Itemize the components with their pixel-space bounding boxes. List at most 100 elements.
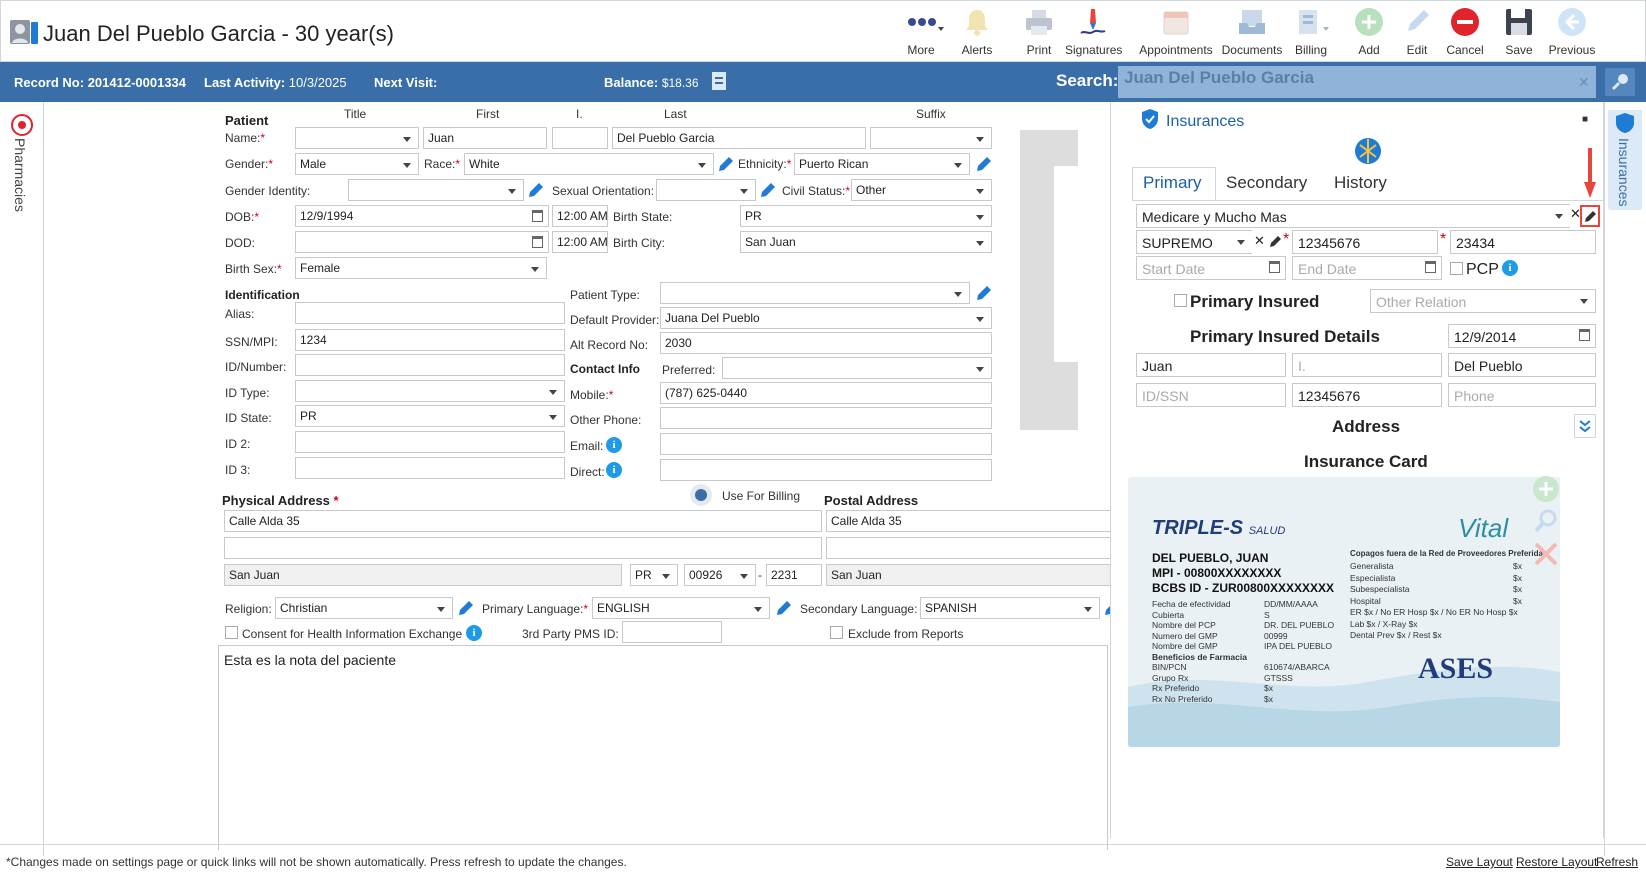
save-button[interactable]: Save [1491,5,1547,61]
suffix-select[interactable] [870,127,992,149]
id-state-select[interactable]: PR [295,405,565,427]
physical-address-line1-input[interactable]: Calle Alda 35 [224,510,822,532]
more-button[interactable]: More [893,5,949,61]
religion-edit-pencil-icon[interactable] [456,598,476,618]
birth-state-select[interactable]: PR [740,205,992,227]
mobile-input[interactable]: (787) 625-0440 [660,382,992,404]
billing-button[interactable]: Billing [1283,5,1339,61]
card-add-icon[interactable] [1532,475,1560,503]
ethnicity-select[interactable]: Puerto Rican [794,153,970,175]
pms-id-input[interactable] [622,621,722,643]
pcp-info-icon[interactable]: i [1502,260,1518,276]
ssn-input[interactable]: 1234 [295,329,565,351]
email-info-icon[interactable]: i [606,437,622,453]
refresh-link[interactable]: Refresh [1596,855,1638,869]
insurance-globe-icon[interactable] [1354,137,1382,165]
other-phone-input[interactable] [660,407,992,429]
sexual-orientation-select[interactable] [656,179,756,201]
group-edit-pencil-icon[interactable] [1267,232,1283,250]
postal-city-input[interactable]: San Juan [826,564,1110,586]
card-delete-icon[interactable] [1532,540,1560,568]
restore-layout-link[interactable]: Restore Layout [1516,855,1597,869]
consent-info-icon[interactable]: i [466,625,482,641]
middle-initial-input[interactable] [552,127,608,149]
end-date-input[interactable]: End Date [1292,256,1442,280]
insurance-plan-select[interactable]: Medicare y Mucho Mas [1136,204,1570,228]
race-edit-pencil-icon[interactable] [716,154,736,174]
search-button[interactable] [1605,68,1635,96]
physical-state-select[interactable]: PR [630,564,678,586]
insured-id-input[interactable]: 12345676 [1292,383,1442,407]
primary-language-edit-pencil-icon[interactable] [774,598,794,618]
alt-record-input[interactable]: 2030 [660,332,992,354]
alias-input[interactable] [295,302,565,324]
plan-edit-button[interactable] [1580,205,1600,227]
patient-type-edit-pencil-icon[interactable] [974,283,994,303]
direct-info-icon[interactable]: i [606,462,622,478]
secondary-language-select[interactable]: SPANISH [920,597,1100,619]
direct-input[interactable] [660,459,992,481]
address-expand-chevron-icon[interactable] [1574,414,1596,438]
consent-checkbox[interactable] [225,626,238,639]
appointments-button[interactable]: Appointments [1139,5,1213,61]
primary-language-select[interactable]: ENGLISH [592,597,770,619]
physical-address-line2-input[interactable] [224,537,822,559]
postal-address-line1-input[interactable]: Calle Alda 35 [826,510,1110,532]
dob-time-input[interactable]: 12:00 AM [552,205,608,227]
alerts-button[interactable]: Alerts [949,5,1005,61]
title-select[interactable] [295,127,419,149]
pcp-checkbox[interactable] [1450,262,1463,275]
documents-button[interactable]: Documents [1221,5,1283,61]
insured-last-name-input[interactable]: Del Pueblo [1448,353,1596,377]
birth-city-select[interactable]: San Juan [740,231,992,253]
id2-input[interactable] [295,431,565,453]
pharmacies-side-tab[interactable]: Pharmacies [12,138,28,212]
pin-icon[interactable]: ■ [1582,114,1588,125]
sexual-orientation-edit-pencil-icon[interactable] [758,180,778,200]
physical-zip-select[interactable]: 00926 [684,564,756,586]
patient-type-select[interactable] [660,282,970,304]
card-zoom-icon[interactable] [1532,507,1560,535]
group-clear-icon[interactable]: ✕ [1254,233,1265,249]
id3-input[interactable] [295,457,565,479]
first-name-input[interactable]: Juan [423,127,547,149]
dod-date-input[interactable] [295,231,549,253]
insured-dob-input[interactable]: 12/9/2014 [1448,324,1596,348]
gender-select[interactable]: Male [295,153,419,175]
start-date-input[interactable]: Start Date [1136,256,1286,280]
id-number-input[interactable] [295,354,565,376]
policy-number-input[interactable]: 12345676 [1292,230,1438,254]
group-number-input[interactable]: 23434 [1450,230,1596,254]
birth-sex-select[interactable]: Female [295,257,547,279]
postal-address-line2-input[interactable] [826,537,1110,559]
print-button[interactable]: Print [1011,5,1067,61]
patient-search-input[interactable]: Juan Del Pueblo Garcia [1118,66,1596,98]
insured-first-name-input[interactable]: Juan [1136,353,1286,377]
last-name-input[interactable]: Del Pueblo Garcia [612,127,866,149]
signatures-button[interactable]: Signatures [1065,5,1122,61]
primary-insured-checkbox[interactable] [1174,294,1187,307]
civil-status-select[interactable]: Other [851,179,992,201]
race-select[interactable]: White [464,153,714,175]
gender-identity-edit-pencil-icon[interactable] [526,180,546,200]
insured-id-ssn-input[interactable]: ID/SSN [1136,383,1286,407]
dod-time-input[interactable]: 12:00 AM [552,231,608,253]
tab-secondary[interactable]: Secondary [1226,173,1307,201]
previous-button[interactable]: Previous [1541,5,1603,61]
physical-city-input[interactable]: San Juan [224,564,622,586]
id-type-select[interactable] [295,380,565,402]
use-for-billing-toggle[interactable] [690,484,712,506]
patient-notes-textarea[interactable]: Esta es la nota del paciente [218,645,1108,850]
dob-date-input[interactable]: 12/9/1994 [295,205,549,227]
balance-statement-icon[interactable] [710,71,728,91]
email-input[interactable] [660,433,992,455]
save-layout-link[interactable]: Save Layout [1446,855,1513,869]
religion-select[interactable]: Christian [275,597,453,619]
gender-identity-select[interactable] [348,179,524,201]
search-clear-icon[interactable]: ✕ [1578,74,1590,91]
relation-select[interactable]: Other Relation [1370,289,1596,313]
preferred-contact-select[interactable] [722,357,992,379]
tab-history[interactable]: History [1334,173,1387,201]
insured-phone-input[interactable]: Phone [1448,383,1596,407]
insurance-group-select[interactable]: SUPREMO [1136,230,1252,254]
